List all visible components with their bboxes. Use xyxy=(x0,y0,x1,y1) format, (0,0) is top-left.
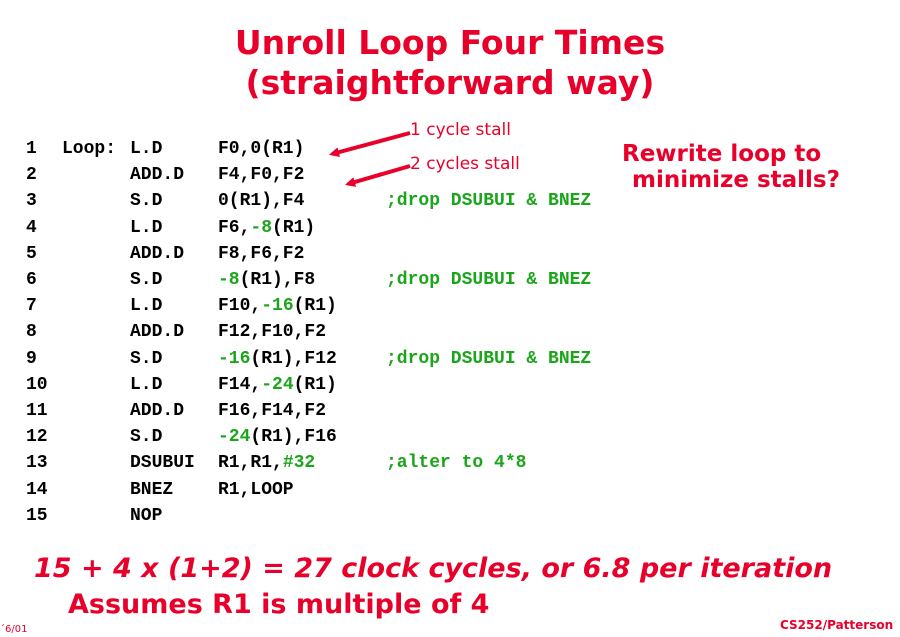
stall-arrows xyxy=(329,131,411,187)
footer-course: CS252/Patterson xyxy=(780,618,894,632)
footer-date: ´6/01 xyxy=(0,624,28,635)
cycle-count-formula: 15 + 4 x (1+2) = 27 clock cycles, or 6.8… xyxy=(34,553,833,584)
stall-arrow-2 xyxy=(345,164,411,187)
slide: Unroll Loop Four Times (straightforward … xyxy=(0,0,900,637)
rewrite-question-line2: minimize stalls? xyxy=(632,167,840,193)
assumption-note: Assumes R1 is multiple of 4 xyxy=(68,589,490,620)
stall-arrow-1 xyxy=(329,131,411,158)
rewrite-question-line1: Rewrite loop to xyxy=(622,141,822,167)
